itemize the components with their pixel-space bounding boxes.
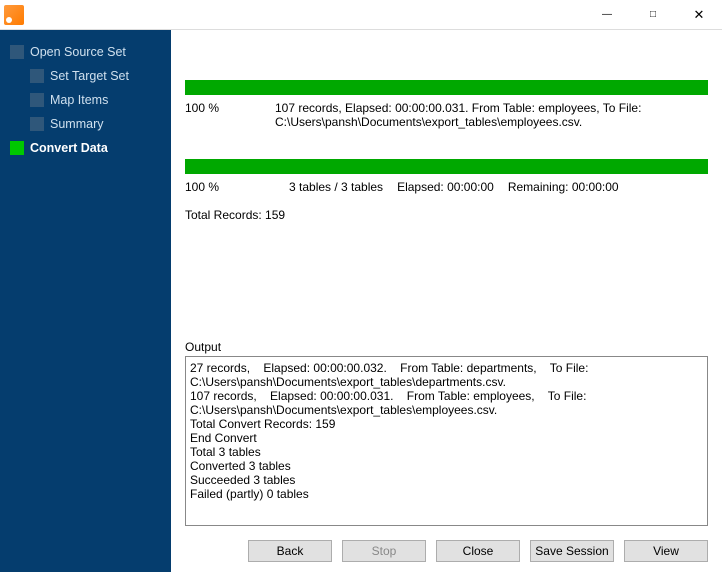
stop-button[interactable]: Stop <box>342 540 426 562</box>
sidebar-item-label: Convert Data <box>30 141 108 155</box>
sidebar-item-set-target[interactable]: Set Target Set <box>0 64 171 88</box>
content-panel: 100 % 107 records, Elapsed: 00:00:00.031… <box>171 30 722 572</box>
save-session-button[interactable]: Save Session <box>530 540 614 562</box>
step-box-icon <box>10 45 24 59</box>
sidebar-item-label: Summary <box>50 117 103 131</box>
view-button[interactable]: View <box>624 540 708 562</box>
app-icon <box>4 5 24 25</box>
sidebar-item-label: Set Target Set <box>50 69 129 83</box>
step-box-icon <box>10 141 24 155</box>
progress-remaining: Remaining: 00:00:00 <box>508 180 619 194</box>
sidebar-item-open-source[interactable]: Open Source Set <box>0 40 171 64</box>
progress-tables: 3 tables / 3 tables <box>289 180 383 194</box>
maximize-button[interactable]: □ <box>630 0 676 30</box>
window-titlebar: — □ ✕ <box>0 0 722 30</box>
sidebar-item-convert-data[interactable]: Convert Data <box>0 136 171 160</box>
progress-info-current: 107 records, Elapsed: 00:00:00.031. From… <box>275 101 708 129</box>
output-textarea[interactable] <box>186 357 707 525</box>
button-row: Back Stop Close Save Session View <box>171 534 722 572</box>
close-window-button[interactable]: ✕ <box>676 0 722 30</box>
progress-total-records: Total Records: 159 <box>185 208 285 222</box>
step-box-icon <box>30 93 44 107</box>
step-box-icon <box>30 117 44 131</box>
back-button[interactable]: Back <box>248 540 332 562</box>
step-box-icon <box>30 69 44 83</box>
sidebar-item-summary[interactable]: Summary <box>0 112 171 136</box>
progress-bar-overall <box>185 159 708 174</box>
progress-percent-overall: 100 % <box>185 180 275 194</box>
minimize-button[interactable]: — <box>584 0 630 30</box>
progress-bar-current <box>185 80 708 95</box>
wizard-sidebar: Open Source Set Set Target Set Map Items… <box>0 30 171 572</box>
progress-percent-current: 100 % <box>185 101 275 129</box>
progress-elapsed: Elapsed: 00:00:00 <box>397 180 494 194</box>
close-button[interactable]: Close <box>436 540 520 562</box>
output-label: Output <box>171 340 722 356</box>
sidebar-item-label: Open Source Set <box>30 45 126 59</box>
sidebar-item-label: Map Items <box>50 93 108 107</box>
sidebar-item-map-items[interactable]: Map Items <box>0 88 171 112</box>
